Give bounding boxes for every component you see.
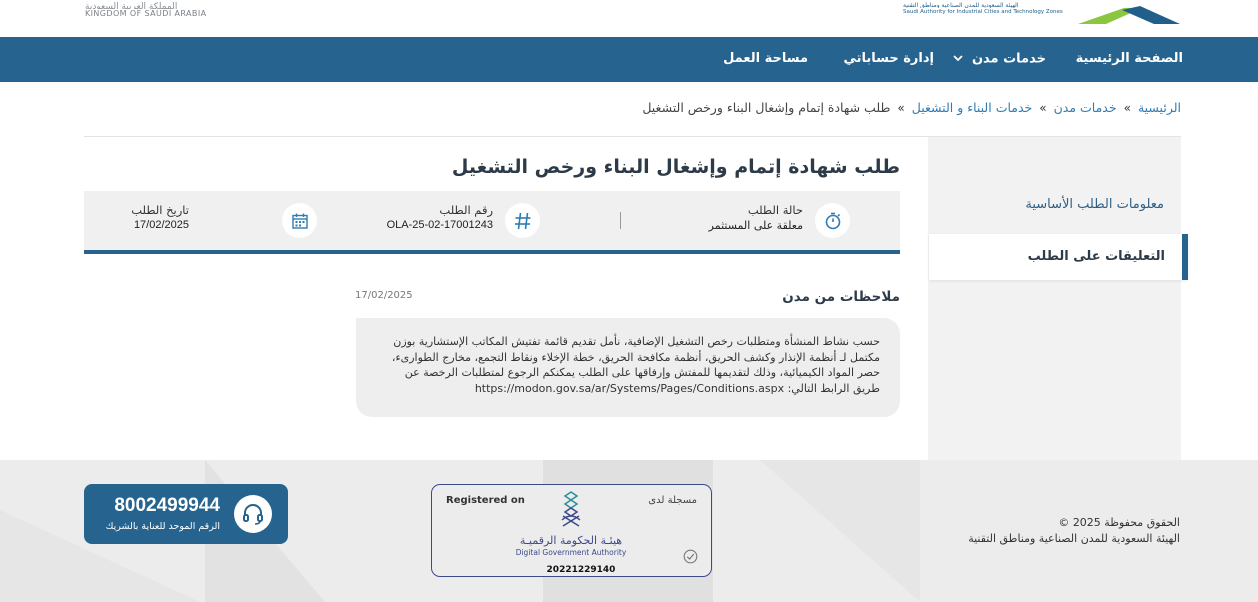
headset-icon	[234, 495, 272, 533]
date-label: تاريخ الطلب	[131, 203, 189, 217]
registered-ar-label: مسجلة لدى	[648, 495, 697, 506]
dga-registration-badge[interactable]: Registered on مسجلة لدى هيئـة الحكومة ال…	[431, 484, 712, 577]
breadcrumb-current: طلب شهادة إتمام وإشغال البناء ورخص التشغ…	[642, 100, 891, 115]
nav-services[interactable]: خدمات مدن	[953, 37, 1046, 82]
copyright: الحقوق محفوظة 2025 © الهيئة السعودية للم…	[968, 515, 1180, 547]
number-label: رقم الطلب	[439, 203, 493, 217]
modon-name-en: Saudi Authority for Industrial Cities an…	[903, 9, 1063, 15]
nav-home[interactable]: الصفحة الرئيسية	[1076, 37, 1183, 82]
hash-icon	[505, 203, 540, 238]
dga-name-ar: هيئـة الحكومة الرقميـة	[519, 534, 623, 547]
breadcrumb: الرئيسية » خدمات مدن » خدمات البناء و التشغي…	[642, 100, 1181, 115]
request-sidebar: معلومات الطلب الأساسية التعليقات على الط…	[928, 137, 1188, 460]
breadcrumb-services[interactable]: خدمات مدن	[1054, 100, 1117, 115]
ksa-logo: المملكة العربية السعودية KINGDOM OF SAUD…	[85, 2, 206, 19]
sidebar-item-basic-info[interactable]: معلومات الطلب الأساسية	[928, 182, 1181, 228]
nav-accounts[interactable]: إدارة حساباتي	[843, 37, 934, 82]
request-date: تاريخ الطلب 17/02/2025	[84, 191, 317, 250]
breadcrumb-separator: »	[897, 101, 905, 115]
modon-logo-icon	[1078, 6, 1180, 24]
top-header: المملكة العربية السعودية KINGDOM OF SAUD…	[0, 0, 1258, 37]
hotline-number: 8002499944	[114, 495, 220, 516]
organization-name: الهيئة السعودية للمدن الصناعية ومناطق ال…	[968, 532, 1180, 545]
registered-on-label: Registered on	[446, 495, 525, 506]
timer-icon	[815, 203, 850, 238]
status-label: حالة الطلب	[747, 203, 803, 217]
note-line: مكتمل لـ أنظمة الإنذار وكشف الحريق، أنظم…	[391, 350, 880, 364]
nav-workspace[interactable]: مساحة العمل	[723, 37, 808, 82]
request-status: حالة الطلب معلقة على المستثمر	[628, 191, 900, 250]
hotline-button[interactable]: 8002499944 الرقم الموحد للعناية بالشريك	[84, 484, 288, 544]
breadcrumb-building[interactable]: خدمات البناء و التشغيل	[912, 100, 1033, 115]
note-line: حسب نشاط المنشأة ومتطلبات رخص التشغيل ال…	[393, 335, 880, 348]
breadcrumb-separator: »	[1039, 101, 1047, 115]
note-line: حصر المواد الكيميائية، وذلك لتقديمها للم…	[404, 366, 880, 379]
sidebar-item-comments[interactable]: التعليقات على الطلب	[929, 234, 1188, 280]
breadcrumb-home[interactable]: الرئيسية	[1138, 100, 1181, 115]
dga-name-en: Digital Government Authority	[515, 548, 627, 557]
footer-decoration	[760, 460, 920, 602]
chevron-down-icon	[953, 37, 964, 81]
modon-logo[interactable]: الهيئة السعودية للمدن الصناعية ومناطق ال…	[900, 0, 1180, 30]
request-summary: حالة الطلب معلقة على المستثمر رقم الطلب …	[84, 191, 900, 254]
hotline-label: الرقم الموحد للعناية بالشريك	[105, 521, 220, 532]
nav-services-label: خدمات مدن	[971, 51, 1046, 67]
main-nav: الصفحة الرئيسية خدمات مدن إدارة حساباتي …	[0, 37, 1258, 82]
page-title: طلب شهادة إتمام وإشغال البناء ورخص التشغ…	[451, 156, 900, 178]
breadcrumb-separator: »	[1123, 101, 1131, 115]
request-number: رقم الطلب OLA-25-02-17001243	[356, 191, 628, 250]
copyright-text: الحقوق محفوظة 2025 ©	[1058, 516, 1180, 529]
ksa-name-ar: المملكة العربية السعودية	[85, 2, 178, 9]
dga-logo-icon	[559, 490, 583, 532]
check-circle-icon	[683, 549, 698, 568]
notes-date: 17/02/2025	[355, 290, 413, 301]
date-value: 17/02/2025	[133, 219, 189, 231]
notes-title: ملاحظات من مدن	[782, 289, 900, 305]
number-value: OLA-25-02-17001243	[386, 219, 493, 231]
calendar-icon	[282, 203, 317, 238]
footer: 8002499944 الرقم الموحد للعناية بالشريك …	[0, 460, 1258, 602]
note-line: طريق الرابط التالي: https://modon.gov.sa…	[474, 381, 880, 395]
modon-name-ar: الهيئة السعودية للمدن الصناعية ومناطق ال…	[903, 2, 1019, 8]
status-value: معلقة على المستثمر	[708, 219, 803, 232]
note-message: حسب نشاط المنشأة ومتطلبات رخص التشغيل ال…	[356, 318, 900, 417]
ksa-name-en: KINGDOM OF SAUDI ARABIA	[85, 9, 207, 18]
